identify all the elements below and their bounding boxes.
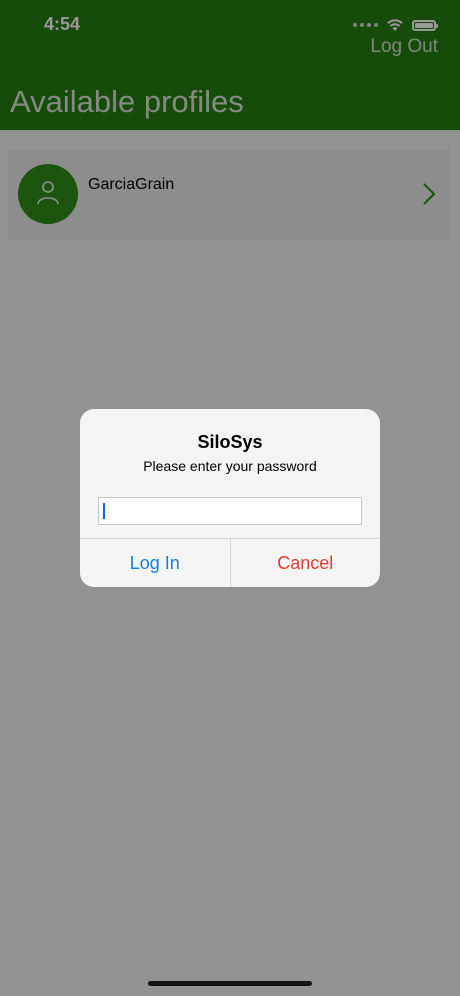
home-indicator[interactable] (148, 981, 312, 986)
dialog-title: SiloSys (197, 432, 263, 452)
login-button[interactable]: Log In (80, 539, 231, 587)
password-input[interactable] (98, 497, 362, 525)
dialog-message: Please enter your password (143, 458, 317, 474)
password-dialog: SiloSys Please enter your password Log I… (80, 409, 380, 587)
dialog-actions: Log In Cancel (80, 538, 380, 587)
cancel-button[interactable]: Cancel (231, 539, 381, 587)
text-caret (103, 503, 105, 519)
